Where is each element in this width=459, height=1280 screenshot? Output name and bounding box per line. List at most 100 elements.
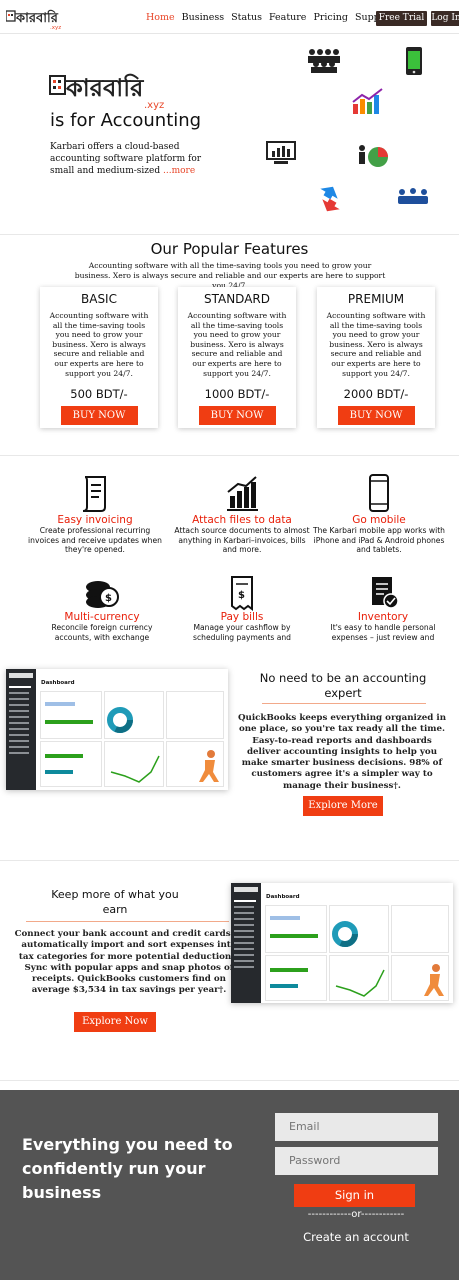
invoices-panel bbox=[40, 691, 102, 739]
plan-price: 1000 BDT/- bbox=[204, 387, 270, 402]
dashboard-sidebar bbox=[231, 883, 261, 1003]
dashboard-screenshot: Dashboard bbox=[6, 669, 228, 790]
section-divider bbox=[0, 1080, 459, 1081]
svg-text:.xyz: .xyz bbox=[50, 25, 61, 30]
nav-link-status[interactable]: Status bbox=[231, 12, 262, 23]
plan-name: PREMIUM bbox=[347, 292, 405, 306]
section-divider bbox=[0, 860, 459, 861]
quickbooks-logo bbox=[9, 673, 33, 678]
sales-panel bbox=[329, 955, 389, 1001]
invoices-panel bbox=[265, 905, 327, 953]
earn-title: Keep more of what you earn bbox=[51, 888, 179, 916]
expenses-panel bbox=[329, 905, 389, 953]
svg-text:কারবারি: কারবারি bbox=[65, 73, 144, 102]
read-more-link[interactable]: ...more bbox=[163, 166, 195, 176]
plan-name: STANDARD bbox=[203, 292, 271, 306]
hero-title: is for Accounting bbox=[50, 110, 202, 131]
quickbooks-logo bbox=[234, 887, 258, 892]
feature-title: Inventory bbox=[357, 611, 409, 623]
svg-text:$: $ bbox=[238, 590, 245, 601]
plan-price: 500 BDT/- bbox=[70, 387, 128, 402]
exchange-arrows-icon bbox=[320, 186, 340, 212]
plan-card-premium: PREMIUM Accounting software with all the… bbox=[317, 287, 435, 428]
svg-text:.xyz: .xyz bbox=[144, 100, 164, 110]
expert-description: QuickBooks keeps everything organized in… bbox=[237, 713, 447, 791]
svg-text:কারবারি: কারবারি bbox=[15, 9, 59, 26]
site-logo[interactable]: কারবারি .xyz bbox=[6, 8, 72, 30]
presentation-icon bbox=[266, 141, 296, 164]
or-separator: ------------or------------ bbox=[307, 1209, 405, 1220]
feature-description: Attach source documents to almost anythi… bbox=[174, 526, 310, 555]
signin-button[interactable]: Sign in bbox=[294, 1184, 415, 1207]
plan-price: 2000 BDT/- bbox=[343, 387, 409, 402]
hero-logo: কারবারি .xyz bbox=[49, 73, 164, 110]
discover-panel bbox=[166, 741, 224, 787]
feature-easy-invoicing: Easy invoicing Create professional recur… bbox=[27, 474, 163, 555]
explore-now-button[interactable]: Explore Now bbox=[74, 1012, 156, 1032]
section-divider bbox=[0, 234, 459, 235]
bank-accounts-panel bbox=[166, 691, 224, 739]
growth-chart-icon bbox=[352, 88, 383, 114]
feature-inventory: Inventory It's easy to handle personal e… bbox=[315, 575, 451, 645]
earn-description: Connect your bank account and credit car… bbox=[14, 929, 244, 996]
feature-description: Create professional recurring invoices a… bbox=[28, 526, 162, 555]
buy-now-button[interactable]: BUY NOW bbox=[60, 406, 138, 426]
expert-title: No need to be an accounting expert bbox=[259, 671, 427, 700]
login-button[interactable]: Log In bbox=[431, 11, 459, 26]
invoice-icon bbox=[82, 476, 106, 512]
person-walking-icon bbox=[199, 750, 219, 782]
plan-description: Accounting software with all the time-sa… bbox=[326, 311, 426, 378]
password-field[interactable] bbox=[275, 1147, 438, 1175]
dashboard-screenshot: Dashboard bbox=[231, 883, 453, 1003]
meeting-icon bbox=[398, 188, 428, 204]
nav-link-feature[interactable]: Feature bbox=[269, 12, 306, 23]
free-trial-button[interactable]: Free Trial bbox=[376, 11, 427, 26]
feature-title: Easy invoicing bbox=[57, 514, 133, 526]
feature-title: Attach files to data bbox=[192, 514, 292, 526]
nav-link-pricing[interactable]: Pricing bbox=[313, 12, 348, 23]
plan-description: Accounting software with all the time-sa… bbox=[49, 311, 149, 378]
bill-icon: $ bbox=[231, 576, 253, 611]
feature-description: The Karbari mobile app works with iPhone… bbox=[312, 526, 445, 555]
line-chart-icon bbox=[335, 969, 385, 997]
profit-loss-panel bbox=[40, 741, 102, 787]
email-field[interactable] bbox=[275, 1113, 438, 1141]
explore-more-button[interactable]: Explore More bbox=[303, 796, 383, 816]
create-account-link[interactable]: Create an account bbox=[284, 1230, 428, 1244]
plan-card-basic: BASIC Accounting software with all the t… bbox=[40, 287, 158, 428]
bank-accounts-panel bbox=[391, 905, 449, 953]
dashboard-title: Dashboard bbox=[266, 894, 300, 900]
signin-footer: Everything you need to confidently run y… bbox=[0, 1090, 459, 1280]
nav-link-home[interactable]: Home bbox=[146, 12, 175, 23]
feature-description: Manage your cashflow by scheduling payme… bbox=[193, 623, 291, 642]
nav-link-business[interactable]: Business bbox=[182, 12, 225, 23]
title-underline bbox=[26, 921, 229, 922]
feature-pay-bills: $ Pay bills Manage your cashflow by sche… bbox=[174, 575, 310, 645]
dashboard-sidebar bbox=[6, 669, 36, 790]
buy-now-button[interactable]: BUY NOW bbox=[337, 406, 415, 426]
svg-text:$: $ bbox=[105, 593, 112, 604]
currency-icon: $ bbox=[86, 581, 119, 608]
smartphone-icon bbox=[406, 47, 422, 75]
nav-links: Home Business Status Feature Pricing Sup… bbox=[146, 12, 401, 23]
pie-chart-icon bbox=[359, 145, 388, 167]
inventory-icon bbox=[372, 577, 399, 609]
feature-multi-currency: $ Multi-currency Reconcile foreign curre… bbox=[34, 575, 170, 645]
feature-description: It's easy to handle personal expenses – … bbox=[330, 623, 436, 642]
feature-go-mobile: Go mobile The Karbari mobile app works w… bbox=[311, 474, 447, 555]
dashboard-title: Dashboard bbox=[41, 680, 75, 686]
mobile-icon bbox=[369, 474, 389, 512]
section-divider bbox=[0, 455, 459, 456]
feature-attach-files: Attach files to data Attach source docum… bbox=[174, 474, 310, 555]
bar-chart-icon bbox=[227, 476, 258, 511]
expenses-panel bbox=[104, 691, 164, 739]
donut-chart-icon bbox=[332, 921, 358, 947]
line-chart-icon bbox=[110, 755, 160, 783]
person-walking-icon bbox=[424, 964, 444, 996]
plan-description: Accounting software with all the time-sa… bbox=[187, 311, 287, 378]
top-navbar: কারবারি .xyz Home Business Status Featur… bbox=[0, 0, 459, 34]
buy-now-button[interactable]: BUY NOW bbox=[198, 406, 276, 426]
feature-description: Reconcile foreign currency accounts, wit… bbox=[51, 623, 153, 642]
donut-chart-icon bbox=[107, 707, 133, 733]
team-icon bbox=[308, 49, 340, 73]
